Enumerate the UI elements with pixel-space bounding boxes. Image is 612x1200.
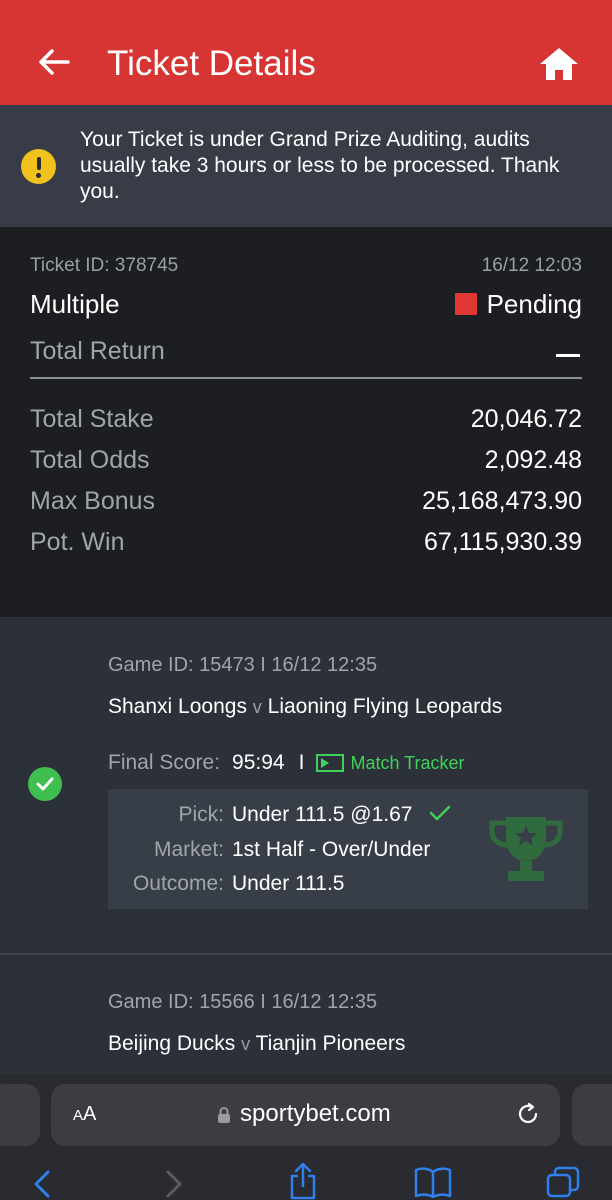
total-return-label: Total Return (30, 337, 165, 365)
game-meta: Game ID: 15473 I 16/12 12:35 (108, 654, 378, 676)
share-icon[interactable] (288, 1162, 318, 1200)
notice-text: Your Ticket is under Grand Prize Auditin… (80, 128, 560, 203)
tabs-icon[interactable] (546, 1166, 580, 1198)
app-bar: Ticket Details (0, 0, 612, 105)
market-value: 1st Half - Over/Under (232, 838, 431, 861)
total-stake-row: Total Stake 20,046.72 (30, 405, 582, 434)
divider (0, 953, 612, 955)
divider (30, 377, 582, 379)
won-check-icon (28, 767, 62, 801)
game-meta: Game ID: 15566 I 16/12 12:35 (108, 991, 378, 1013)
bookmarks-icon[interactable] (414, 1166, 452, 1198)
total-odds-value: 2,092.48 (484, 446, 582, 474)
next-tab[interactable] (572, 1084, 612, 1146)
audit-notice: Your Ticket is under Grand Prize Auditin… (0, 105, 612, 227)
versus-label: v (252, 697, 262, 717)
max-bonus-row: Max Bonus 25,168,473.90 (30, 487, 582, 516)
trophy-icon (489, 817, 563, 881)
pick-label: Pick: (178, 803, 224, 826)
status-square-icon (454, 293, 477, 315)
back-icon[interactable] (32, 1168, 52, 1200)
versus-label: v (241, 1034, 251, 1054)
pick-text: Under 111.5 @1.67 (232, 803, 413, 826)
forward-icon[interactable] (164, 1168, 184, 1200)
match-name: Shanxi Loongs v Liaoning Flying Leopards (108, 695, 502, 719)
final-score: 95:94 (232, 751, 285, 774)
match-tracker-icon[interactable] (316, 754, 345, 772)
ticket-summary: Ticket ID: 378745 16/12 12:03 Multiple P… (0, 227, 612, 617)
pick-value: Under 111.5 @1.67 (232, 803, 452, 827)
home-icon[interactable] (538, 44, 580, 84)
total-odds-row: Total Odds 2,092.48 (30, 446, 582, 475)
market-label: Market: (153, 838, 224, 861)
final-score-label: Final Score: (108, 751, 221, 774)
pick-details: Pick: Under 111.5 @1.67 Market: 1st Half… (108, 789, 588, 909)
warning-icon (21, 149, 56, 184)
total-return-row: Total Return (30, 337, 582, 366)
check-icon (430, 805, 451, 821)
match-name: Beijing Ducks v Tianjin Pioneers (108, 1032, 405, 1056)
total-odds-label: Total Odds (30, 446, 150, 474)
total-return-empty-value (556, 354, 580, 357)
final-score-row: Final Score: 95:94 I Match Tracker (108, 751, 464, 775)
status-text: Pending (486, 289, 582, 319)
ticket-type-row: Multiple Pending (30, 289, 582, 320)
away-team: Tianjin Pioneers (255, 1032, 406, 1055)
outcome-value: Under 111.5 (232, 872, 345, 895)
ticket-id-row: Ticket ID: 378745 16/12 12:03 (30, 255, 582, 277)
ticket-type: Multiple (30, 289, 120, 319)
reload-icon[interactable] (515, 1101, 541, 1127)
total-stake-value: 20,046.72 (470, 405, 582, 433)
total-stake-label: Total Stake (30, 405, 154, 433)
ticket-id: Ticket ID: 378745 (30, 255, 179, 276)
pot-win-label: Pot. Win (30, 528, 125, 556)
home-team: Shanxi Loongs (108, 695, 247, 718)
match-tracker-link[interactable]: Match Tracker (350, 753, 464, 773)
home-team: Beijing Ducks (108, 1032, 236, 1055)
ticket-datetime: 16/12 12:03 (481, 255, 582, 276)
arrow-left-icon[interactable] (34, 42, 74, 82)
previous-tab[interactable] (0, 1084, 40, 1146)
address-bar[interactable]: AA sportybet.com (51, 1084, 560, 1146)
status-badge: Pending (454, 289, 582, 320)
pot-win-row: Pot. Win 67,115,930.39 (30, 528, 582, 557)
browser-toolbar: AA sportybet.com (0, 1074, 612, 1200)
max-bonus-label: Max Bonus (30, 487, 156, 515)
lock-icon (218, 1107, 230, 1123)
separator: I (298, 751, 305, 774)
max-bonus-value: 25,168,473.90 (422, 487, 582, 515)
page-title: Ticket Details (107, 44, 316, 83)
selections-list: Game ID: 15473 I 16/12 12:35 Shanxi Loon… (0, 617, 612, 1087)
reader-settings-button[interactable]: AA (73, 1103, 96, 1126)
url-text: sportybet.com (240, 1100, 391, 1127)
away-team: Liaoning Flying Leopards (267, 695, 503, 718)
pot-win-value: 67,115,930.39 (423, 528, 582, 556)
outcome-label: Outcome: (132, 872, 224, 895)
